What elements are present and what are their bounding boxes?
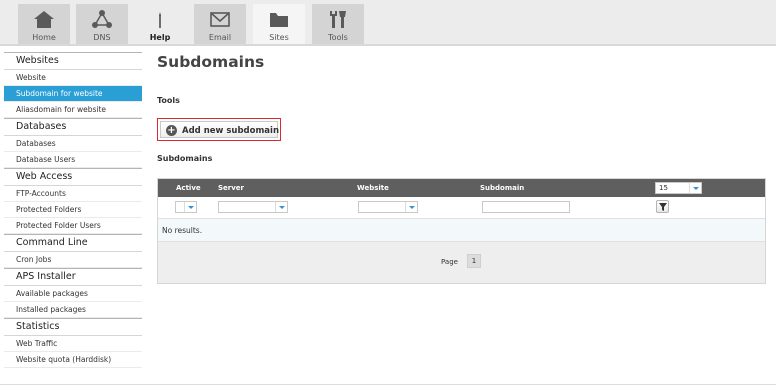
empty-results-row: No results.	[158, 219, 765, 242]
folder-icon	[270, 13, 288, 27]
column-header-website[interactable]: Website	[357, 184, 389, 192]
active-filter-select[interactable]	[175, 201, 197, 213]
chevron-down-icon	[405, 202, 417, 212]
help-icon	[159, 12, 161, 28]
sidebar-section-web-access: Web Access	[4, 168, 142, 186]
subdomain-filter-input[interactable]	[482, 201, 570, 213]
tab-dns-label: DNS	[93, 33, 111, 42]
pagination: Page 1	[158, 241, 765, 283]
page-size-select[interactable]: 15	[655, 182, 702, 194]
tab-tools[interactable]: Tools	[312, 4, 364, 44]
tab-home-label: Home	[32, 33, 56, 42]
sidebar-item-databases[interactable]: Databases	[4, 136, 142, 152]
dns-network-icon	[92, 10, 112, 28]
sidebar-item-installed-packages[interactable]: Installed packages	[4, 302, 142, 318]
envelope-icon	[210, 12, 230, 27]
top-navigation: Home DNS Help Email Sites Tools	[0, 0, 776, 45]
funnel-icon	[659, 203, 667, 211]
tools-icon	[330, 11, 346, 28]
page-label: Page	[441, 258, 458, 266]
column-header-server[interactable]: Server	[218, 184, 244, 192]
sidebar-section-websites: Websites	[4, 52, 142, 70]
page-number-button[interactable]: 1	[467, 254, 481, 268]
tab-email[interactable]: Email	[194, 4, 246, 44]
footer-divider	[0, 384, 776, 385]
sidebar-section-command-line: Command Line	[4, 234, 142, 252]
page-size-value: 15	[659, 184, 668, 192]
column-header-subdomain[interactable]: Subdomain	[480, 184, 524, 192]
chevron-down-icon	[184, 202, 196, 212]
tab-tools-label: Tools	[328, 33, 348, 42]
header-divider	[0, 44, 776, 46]
add-new-subdomain-button-face[interactable]: + Add new subdomain	[160, 121, 280, 138]
apply-filter-button[interactable]	[656, 200, 669, 213]
server-filter-select[interactable]	[218, 201, 288, 213]
column-header-active[interactable]: Active	[176, 184, 201, 192]
tab-email-label: Email	[208, 33, 232, 42]
chevron-down-icon	[275, 202, 287, 212]
filter-row	[158, 197, 765, 219]
page-title: Subdomains	[157, 53, 265, 71]
grid-header: Active Server Website Subdomain 15	[158, 179, 765, 197]
sidebar-item-website-quota[interactable]: Website quota (Harddisk)	[4, 352, 142, 368]
chevron-down-icon	[689, 183, 701, 193]
website-filter-select[interactable]	[358, 201, 418, 213]
tools-label: Tools	[157, 96, 180, 105]
sidebar-section-statistics: Statistics	[4, 318, 142, 336]
empty-results-text: No results.	[162, 226, 203, 235]
subdomains-list-label: Subdomains	[157, 154, 213, 163]
add-new-subdomain-button[interactable]: + Add new subdomain	[157, 118, 281, 141]
sidebar-section-databases: Databases	[4, 118, 142, 136]
sidebar-item-protected-folder-users[interactable]: Protected Folder Users	[4, 218, 142, 234]
sidebar: Websites Website Subdomain for website A…	[4, 52, 142, 368]
home-icon	[34, 11, 54, 28]
sidebar-item-database-users[interactable]: Database Users	[4, 152, 142, 168]
tab-sites[interactable]: Sites	[253, 4, 305, 45]
sidebar-section-aps-installer: APS Installer	[4, 268, 142, 286]
sidebar-item-web-traffic[interactable]: Web Traffic	[4, 336, 142, 352]
add-new-subdomain-label: Add new subdomain	[182, 126, 280, 136]
sidebar-item-website[interactable]: Website	[4, 70, 142, 86]
tab-help-label: Help	[149, 33, 171, 42]
sidebar-item-aliasdomain-for-website[interactable]: Aliasdomain for website	[4, 102, 142, 118]
sidebar-item-available-packages[interactable]: Available packages	[4, 286, 142, 302]
sidebar-item-protected-folders[interactable]: Protected Folders	[4, 202, 142, 218]
sidebar-item-cron-jobs[interactable]: Cron Jobs	[4, 252, 142, 268]
tab-dns[interactable]: DNS	[76, 4, 128, 44]
tab-home[interactable]: Home	[18, 4, 70, 44]
add-circle-icon: +	[166, 125, 177, 136]
sidebar-item-subdomain-for-website[interactable]: Subdomain for website	[4, 86, 142, 102]
tab-help[interactable]: Help	[134, 4, 186, 44]
tab-sites-label: Sites	[269, 33, 289, 42]
sidebar-item-ftp-accounts[interactable]: FTP-Accounts	[4, 186, 142, 202]
subdomains-grid: Active Server Website Subdomain 15 No re…	[157, 178, 766, 284]
